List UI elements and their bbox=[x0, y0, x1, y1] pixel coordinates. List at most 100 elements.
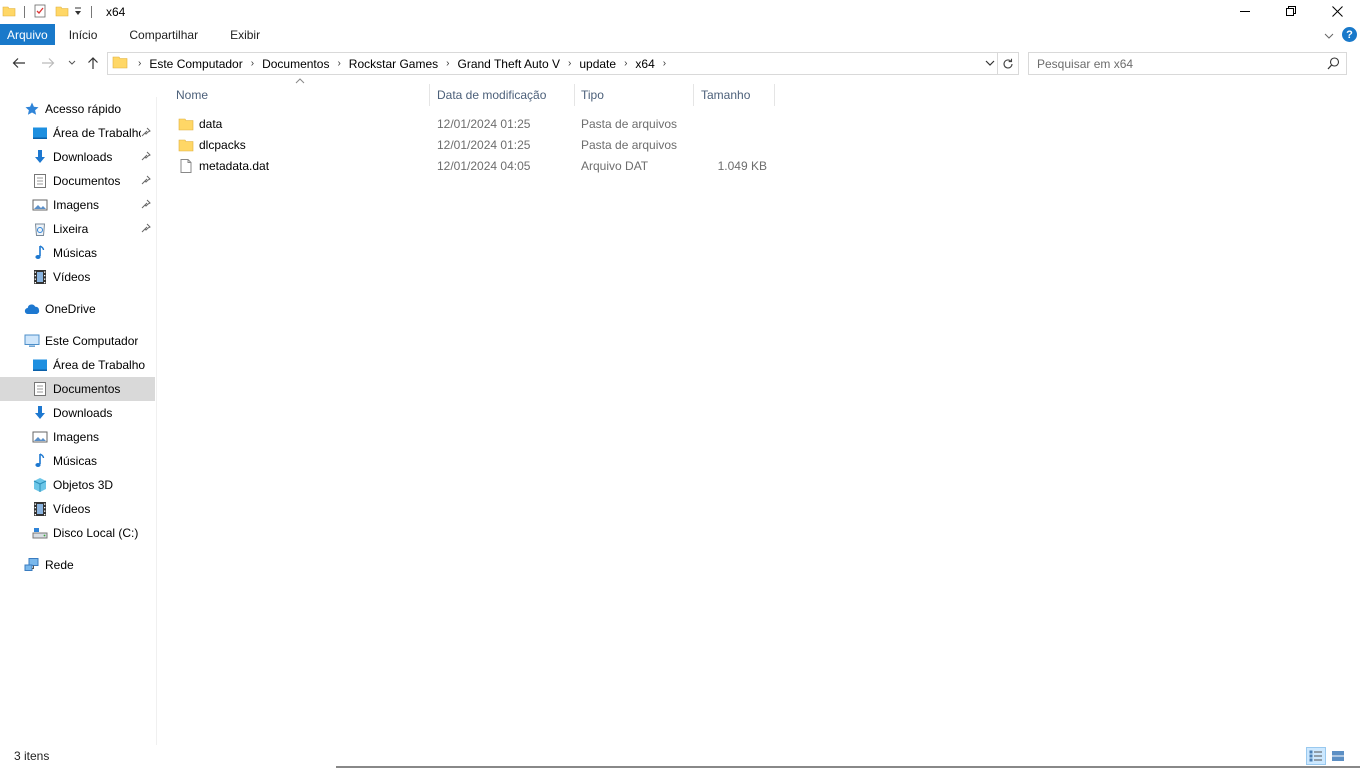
address-history-dropdown[interactable] bbox=[985, 57, 995, 72]
up-arrow-icon bbox=[88, 57, 98, 69]
expand-ribbon-chevron-icon[interactable] bbox=[1324, 28, 1334, 42]
pin-icon[interactable] bbox=[141, 198, 151, 212]
restore-button[interactable] bbox=[1268, 0, 1314, 22]
tab-arquivo[interactable]: Arquivo bbox=[0, 24, 55, 45]
tab-compartilhar[interactable]: Compartilhar bbox=[113, 24, 214, 45]
forward-button[interactable] bbox=[39, 54, 57, 72]
minimize-button[interactable] bbox=[1222, 0, 1268, 22]
breadcrumb-chevron-icon[interactable]: › bbox=[624, 58, 627, 69]
column-header-date[interactable]: Data de modificação bbox=[431, 84, 575, 106]
sidebar-item-local-disk[interactable]: Disco Local (C:) bbox=[0, 521, 155, 545]
sidebar-item-label: Músicas bbox=[53, 246, 98, 260]
sidebar-item-recycle-bin-quick[interactable]: Lixeira bbox=[0, 217, 155, 241]
search-icon[interactable] bbox=[1327, 57, 1340, 73]
up-button[interactable] bbox=[84, 54, 102, 72]
tab-exibir[interactable]: Exibir bbox=[214, 24, 276, 45]
window-controls bbox=[1222, 0, 1360, 22]
large-icons-view-icon bbox=[1332, 751, 1344, 761]
help-icon[interactable]: ? bbox=[1342, 27, 1357, 42]
title-bar: x64 bbox=[0, 0, 1360, 24]
large-icons-view-button[interactable] bbox=[1328, 747, 1348, 765]
sidebar-item-videos-quick[interactable]: Vídeos bbox=[0, 265, 155, 289]
download-arrow-icon bbox=[32, 405, 48, 421]
column-header-size[interactable]: Tamanho bbox=[695, 84, 775, 106]
column-header-name[interactable]: Nome bbox=[170, 84, 430, 106]
sidebar-item-onedrive[interactable]: OneDrive bbox=[0, 297, 155, 321]
sidebar-item-downloads[interactable]: Downloads bbox=[0, 401, 155, 425]
sidebar-item-label: Área de Trabalho bbox=[53, 126, 141, 140]
sidebar-item-3d-objects[interactable]: Objetos 3D bbox=[0, 473, 155, 497]
breadcrumb-chevron-icon[interactable]: › bbox=[251, 58, 254, 69]
sidebar-item-videos[interactable]: Vídeos bbox=[0, 497, 155, 521]
back-button[interactable] bbox=[10, 54, 28, 72]
sidebar-item-desktop[interactable]: Área de Trabalho bbox=[0, 353, 155, 377]
file-name-cell: dlcpacks bbox=[178, 134, 246, 155]
sidebar-item-pictures[interactable]: Imagens bbox=[0, 425, 155, 449]
customize-toolbar-dropdown-icon[interactable] bbox=[73, 5, 83, 20]
desktop-icon bbox=[32, 125, 48, 141]
breadcrumb-item[interactable]: Grand Theft Auto V bbox=[458, 57, 561, 71]
sidebar-item-network[interactable]: Rede bbox=[0, 553, 155, 577]
music-note-icon bbox=[32, 245, 48, 261]
sidebar-item-pictures-quick[interactable]: Imagens bbox=[0, 193, 155, 217]
search-box[interactable] bbox=[1028, 52, 1347, 75]
breadcrumb-chevron-icon[interactable]: › bbox=[138, 58, 141, 69]
breadcrumb-chevron-icon[interactable]: › bbox=[337, 58, 340, 69]
file-name-cell: data bbox=[178, 113, 222, 134]
file-size: 1.049 KB bbox=[717, 158, 767, 173]
breadcrumb-chevron-icon[interactable]: › bbox=[446, 58, 449, 69]
sidebar-item-downloads-quick[interactable]: Downloads bbox=[0, 145, 155, 169]
breadcrumb-chevron-icon[interactable]: › bbox=[568, 58, 571, 69]
chevron-down-icon bbox=[68, 60, 76, 65]
details-view-icon bbox=[1309, 750, 1322, 762]
sidebar-item-label: Acesso rápido bbox=[45, 102, 122, 116]
file-date: 12/01/2024 01:25 bbox=[437, 116, 531, 131]
address-bar[interactable]: › Este Computador › Documentos › Rocksta… bbox=[107, 52, 998, 75]
file-type: Pasta de arquivos bbox=[581, 137, 678, 152]
recent-locations-button[interactable] bbox=[63, 54, 81, 72]
breadcrumb-item[interactable]: Documentos bbox=[262, 57, 329, 71]
pictures-icon bbox=[32, 197, 48, 213]
pin-icon[interactable] bbox=[141, 150, 151, 164]
column-header-type[interactable]: Tipo bbox=[575, 84, 694, 106]
table-row[interactable]: metadata.dat 12/01/2024 04:05 Arquivo DA… bbox=[170, 155, 774, 176]
document-icon bbox=[32, 173, 48, 189]
breadcrumb-item[interactable]: x64 bbox=[635, 57, 654, 71]
hard-drive-icon bbox=[32, 525, 48, 541]
pictures-icon bbox=[32, 429, 48, 445]
pin-icon[interactable] bbox=[141, 222, 151, 236]
sidebar-item-music-quick[interactable]: Músicas bbox=[0, 241, 155, 265]
breadcrumb-item[interactable]: Rockstar Games bbox=[349, 57, 438, 71]
sidebar-item-music[interactable]: Músicas bbox=[0, 449, 155, 473]
pin-icon[interactable] bbox=[141, 174, 151, 188]
ribbon-right-controls: ? bbox=[1324, 24, 1360, 45]
breadcrumb-item[interactable]: Este Computador bbox=[149, 57, 242, 71]
sidebar-item-documents-quick[interactable]: Documentos bbox=[0, 169, 155, 193]
breadcrumb: › Este Computador › Documentos › Rocksta… bbox=[128, 57, 674, 71]
sidebar-item-desktop-quick[interactable]: Área de Trabalho bbox=[0, 121, 155, 145]
sidebar-item-quick-access[interactable]: Acesso rápido bbox=[0, 97, 155, 121]
new-folder-icon[interactable] bbox=[55, 4, 69, 21]
network-icon bbox=[24, 557, 40, 573]
search-input[interactable] bbox=[1037, 56, 1317, 71]
toolbar-separator bbox=[24, 6, 25, 18]
sidebar-item-this-pc[interactable]: Este Computador bbox=[0, 329, 155, 353]
breadcrumb-item[interactable]: update bbox=[579, 57, 616, 71]
file-type: Arquivo DAT bbox=[581, 158, 649, 173]
refresh-button[interactable] bbox=[998, 52, 1019, 75]
file-date: 12/01/2024 01:25 bbox=[437, 137, 531, 152]
back-arrow-icon bbox=[12, 58, 25, 68]
table-row[interactable]: dlcpacks 12/01/2024 01:25 Pasta de arqui… bbox=[170, 134, 774, 155]
tab-inicio[interactable]: Início bbox=[55, 24, 114, 45]
recycle-bin-icon bbox=[32, 221, 48, 237]
breadcrumb-chevron-icon[interactable]: › bbox=[663, 58, 666, 69]
music-note-icon bbox=[32, 453, 48, 469]
close-button[interactable] bbox=[1314, 0, 1360, 22]
file-name: metadata.dat bbox=[199, 158, 270, 173]
pin-icon[interactable] bbox=[141, 126, 151, 140]
table-row[interactable]: data 12/01/2024 01:25 Pasta de arquivos bbox=[170, 113, 774, 134]
details-view-button[interactable] bbox=[1306, 747, 1326, 765]
sidebar-item-documents[interactable]: Documentos bbox=[0, 377, 155, 401]
window-title: x64 bbox=[106, 5, 126, 19]
properties-icon[interactable] bbox=[33, 4, 47, 21]
